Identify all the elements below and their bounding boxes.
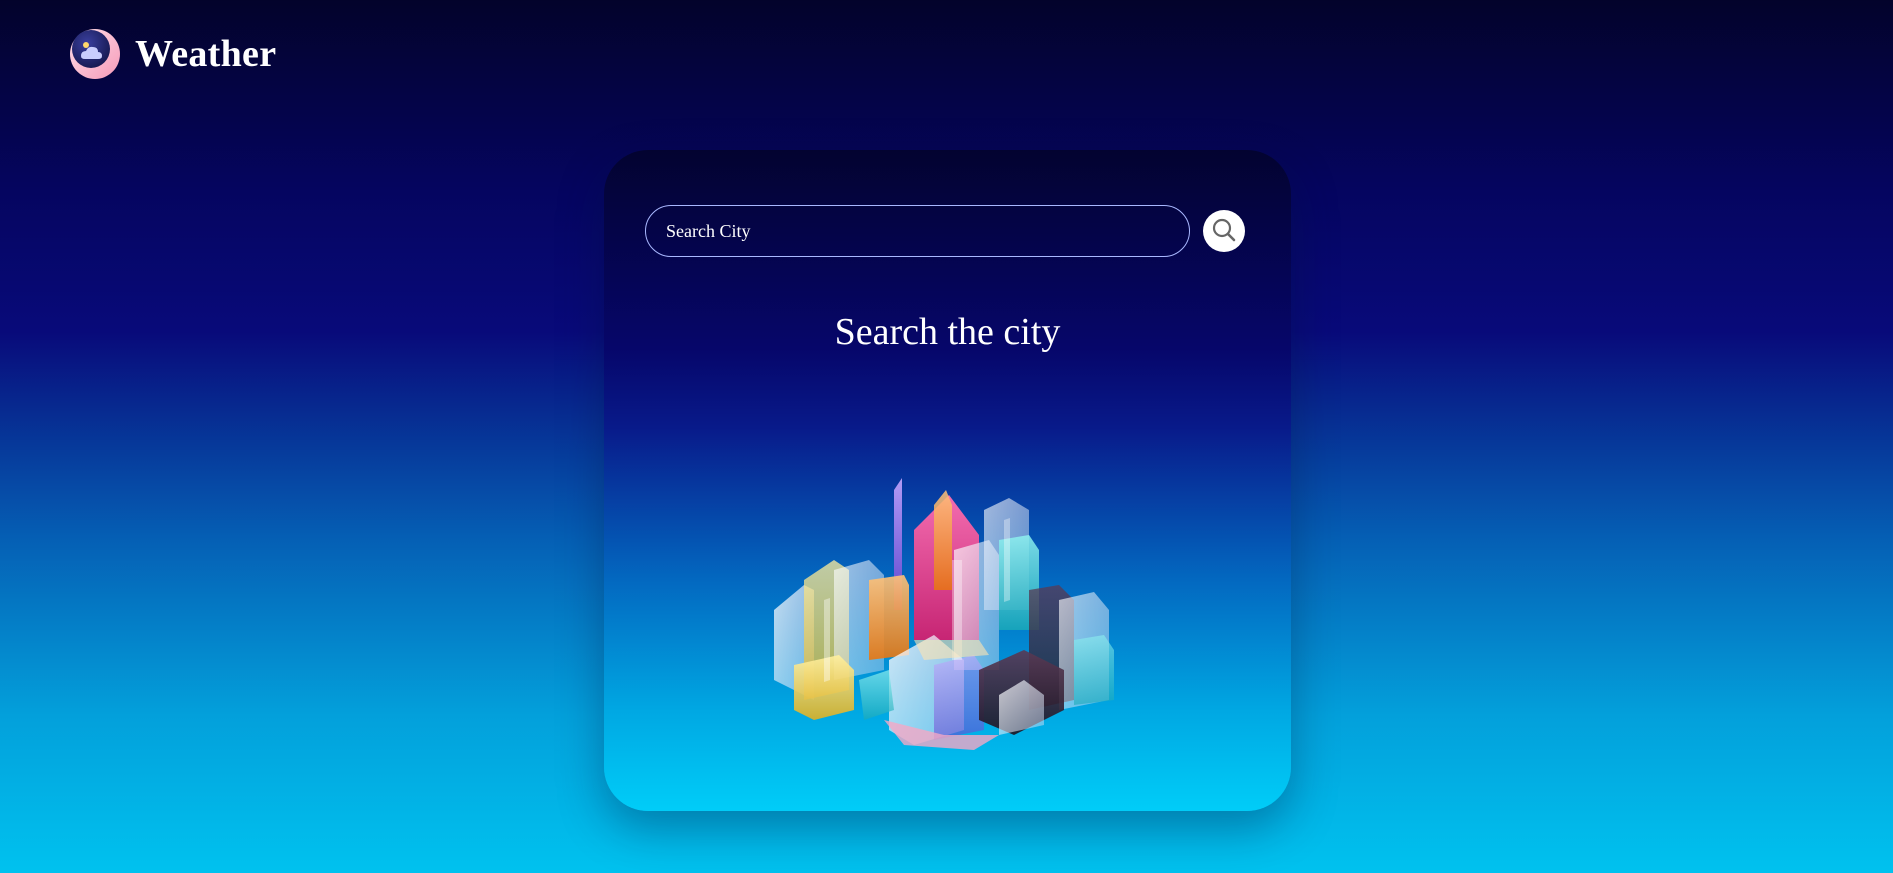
moon-cloud-icon[interactable] [69,27,121,81]
glass-city-illustration [774,410,1134,750]
search-input[interactable] [645,205,1190,257]
empty-state-heading: Search the city [834,311,1061,353]
search-bar [645,205,1245,257]
app-header: Weather [69,27,276,81]
search-card: Search the city [604,150,1291,811]
search-icon [1210,216,1238,247]
app-title: Weather [135,33,277,75]
search-button[interactable] [1203,210,1245,252]
